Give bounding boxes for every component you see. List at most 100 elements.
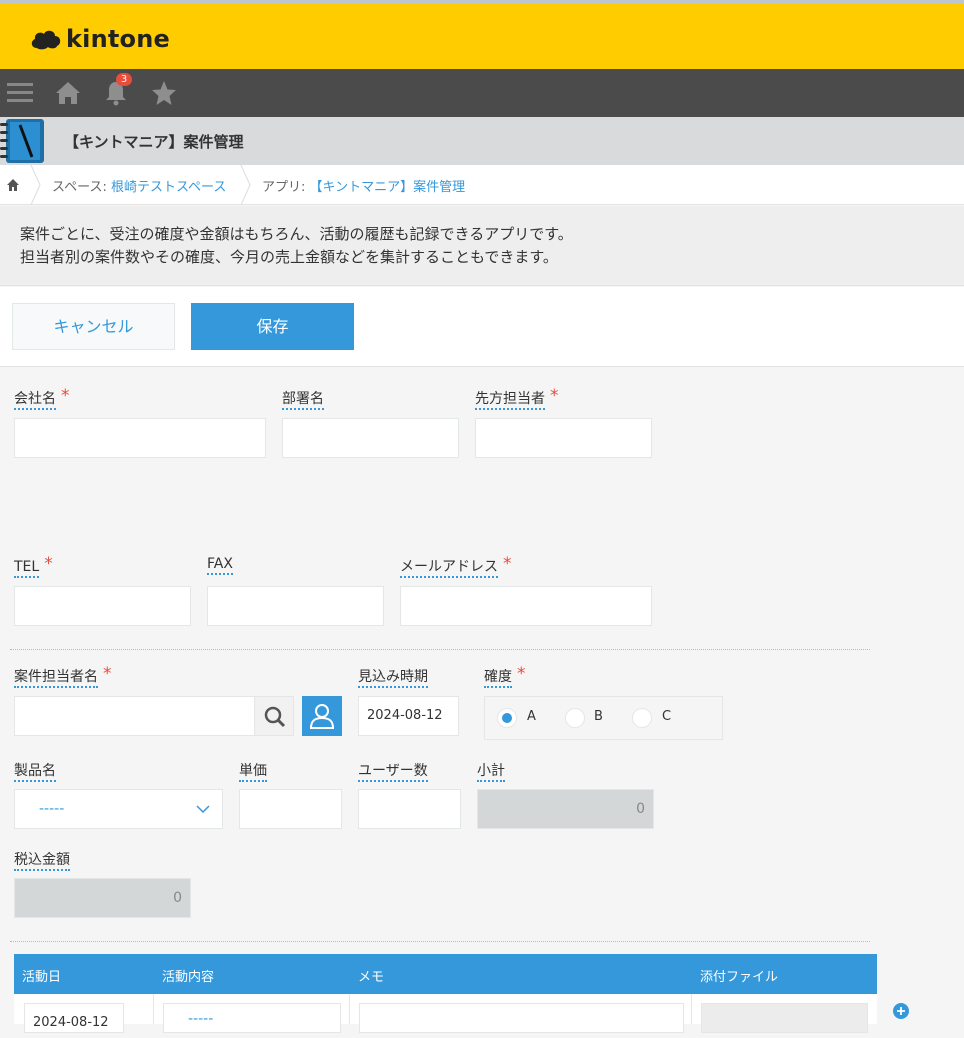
confidence-label: 確度 * [484, 664, 526, 688]
activity-content-select[interactable]: ----- [163, 1003, 341, 1033]
total-tax-label: 税込金額 [14, 849, 70, 871]
confidence-option-label: B [594, 709, 603, 724]
activity-content-value: ----- [188, 1011, 214, 1027]
section-divider [10, 649, 870, 650]
star-icon[interactable] [150, 79, 178, 107]
required-mark: * [503, 554, 512, 574]
breadcrumb-space-link[interactable]: 根崎テストスペース [111, 180, 226, 195]
cell-divider [349, 994, 350, 1024]
required-mark: * [550, 386, 559, 406]
kintone-logo[interactable]: kintone [30, 25, 170, 53]
confidence-radio-c[interactable] [632, 708, 652, 728]
total-tax-label-text: 税込金額 [14, 852, 70, 871]
contact-input[interactable] [475, 418, 652, 458]
users-label: ユーザー数 [358, 760, 428, 782]
activity-file-upload[interactable] [701, 1003, 868, 1033]
total-tax-value: 0 [14, 878, 191, 918]
subtotal-label: 小計 [477, 760, 505, 782]
required-mark: * [517, 664, 526, 684]
tel-label: TEL * [14, 554, 53, 578]
owner-select-user-button[interactable] [302, 696, 342, 736]
add-row-icon[interactable] [893, 1003, 909, 1019]
column-header: メモ [358, 970, 385, 985]
subtotal-value: 0 [477, 789, 654, 829]
column-header: 活動日 [22, 970, 62, 985]
users-input[interactable] [358, 789, 461, 829]
column-header: 添付ファイル [700, 970, 779, 985]
required-mark: * [44, 554, 53, 574]
breadcrumb-space-prefix: スペース: [52, 180, 111, 195]
owner-input[interactable] [14, 696, 255, 736]
expected-date-input[interactable]: 2024-08-12 [358, 696, 459, 736]
search-icon [264, 706, 286, 728]
company-input[interactable] [14, 418, 266, 458]
users-label-text: ユーザー数 [358, 763, 428, 782]
save-button[interactable]: 保存 [191, 303, 354, 350]
app-title: 【キントマニア】案件管理 [64, 133, 244, 151]
header-bar: kintone [0, 3, 964, 69]
cloud-logo-icon [31, 30, 61, 50]
cell-divider [153, 994, 154, 1024]
breadcrumb-app-link[interactable]: 【キントマニア】案件管理 [310, 180, 466, 195]
description-line: 案件ごとに、受注の確度や金額はもちろん、活動の履歴も記録できるアプリです。 [20, 225, 573, 243]
department-input[interactable] [282, 418, 459, 458]
section-divider [10, 941, 870, 942]
breadcrumb-separator [240, 165, 251, 205]
menu-icon[interactable] [6, 79, 34, 107]
app-description: 案件ごとに、受注の確度や金額はもちろん、活動の履歴も記録できるアプリです。 担当… [0, 206, 964, 286]
fax-input[interactable] [207, 586, 384, 626]
fax-label: FAX [207, 556, 233, 575]
product-label-text: 製品名 [14, 763, 56, 782]
breadcrumb-app: アプリ: 【キントマニア】案件管理 [262, 176, 465, 195]
product-select[interactable]: ----- [14, 789, 223, 829]
cell-divider [691, 994, 692, 1024]
company-label-text: 会社名 [14, 391, 56, 410]
product-label: 製品名 [14, 760, 56, 782]
confidence-radio-a[interactable] [497, 708, 517, 728]
email-label-text: メールアドレス [400, 559, 498, 578]
confidence-radio-group: A B C [484, 696, 723, 740]
confidence-radio-b[interactable] [565, 708, 585, 728]
unit-price-label-text: 単価 [239, 763, 267, 782]
breadcrumb-separator [30, 165, 41, 205]
expected-date-label-text: 見込み時期 [358, 669, 428, 688]
global-nav [0, 69, 964, 117]
confidence-option-label: C [662, 709, 672, 724]
owner-label: 案件担当者名 * [14, 664, 112, 688]
unit-price-input[interactable] [239, 789, 342, 829]
fax-label-text: FAX [207, 556, 233, 575]
tel-input[interactable] [14, 586, 191, 626]
activity-table-header: 活動日 活動内容 メモ 添付ファイル [14, 954, 877, 994]
expected-date-label: 見込み時期 [358, 666, 428, 688]
activity-date-input[interactable]: 2024-08-12 [24, 1003, 124, 1033]
department-label-text: 部署名 [282, 391, 324, 410]
cancel-button[interactable]: キャンセル [12, 303, 175, 350]
tel-label-text: TEL [14, 559, 40, 578]
required-mark: * [61, 386, 70, 406]
record-toolbar: キャンセル 保存 [0, 287, 964, 367]
user-icon [309, 704, 335, 729]
required-mark: * [103, 664, 112, 684]
department-label: 部署名 [282, 388, 324, 410]
email-input[interactable] [400, 586, 652, 626]
confidence-option-label: A [527, 709, 536, 724]
product-select-value: ----- [39, 801, 65, 817]
contact-label-text: 先方担当者 [475, 391, 545, 410]
subtotal-label-text: 小計 [477, 763, 505, 782]
notification-badge: 3 [116, 73, 132, 86]
activity-memo-input[interactable] [359, 1003, 684, 1033]
breadcrumb-app-prefix: アプリ: [262, 180, 310, 195]
owner-search-button[interactable] [254, 696, 294, 736]
description-line: 担当者別の案件数やその確度、今月の売上金額などを集計することもできます。 [20, 248, 558, 266]
column-header: 活動内容 [162, 970, 215, 985]
company-label: 会社名 * [14, 386, 70, 410]
breadcrumb-home-icon[interactable] [6, 178, 20, 192]
owner-label-text: 案件担当者名 [14, 669, 98, 688]
breadcrumb-space: スペース: 根崎テストスペース [52, 176, 226, 195]
contact-label: 先方担当者 * [475, 386, 559, 410]
app-notebook-icon [0, 119, 44, 163]
confidence-label-text: 確度 [484, 669, 512, 688]
chevron-down-icon [196, 805, 210, 814]
home-icon[interactable] [54, 79, 82, 107]
breadcrumb: スペース: 根崎テストスペース アプリ: 【キントマニア】案件管理 [0, 165, 964, 205]
